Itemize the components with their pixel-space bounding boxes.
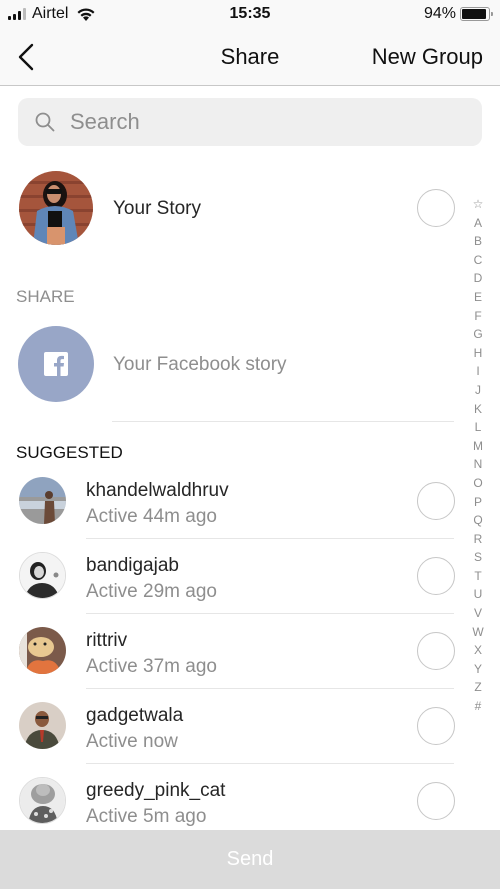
user-info: gadgetwala Active now	[86, 705, 183, 753]
index-letter[interactable]: P	[474, 493, 482, 512]
user-info: bandigajab Active 29m ago	[86, 555, 217, 603]
index-letter[interactable]: S	[474, 548, 482, 567]
status-bar: Airtel 15:35 94%	[0, 0, 500, 28]
username: gadgetwala	[86, 705, 184, 726]
index-letter[interactable]: A	[474, 214, 482, 233]
username: khandelwaldhruv	[86, 480, 229, 501]
index-letter[interactable]: D	[474, 269, 483, 288]
index-letter[interactable]: #	[475, 697, 482, 716]
index-letter[interactable]: K	[474, 400, 482, 419]
active-status: Active 5m ago	[86, 806, 207, 827]
index-letter[interactable]: Z	[474, 678, 481, 697]
select-checkbox[interactable]	[417, 707, 455, 745]
user-avatar	[19, 702, 66, 749]
index-letter[interactable]: ☆	[473, 195, 484, 214]
index-letter[interactable]: L	[475, 418, 482, 437]
username: greedy_pink_cat	[86, 780, 226, 801]
search-bar[interactable]	[18, 98, 482, 146]
select-checkbox[interactable]	[417, 482, 455, 520]
index-letter[interactable]: X	[474, 641, 482, 660]
active-status: Active now	[86, 731, 178, 752]
index-letter[interactable]: E	[474, 288, 482, 307]
index-letter[interactable]: H	[474, 344, 483, 363]
index-letter[interactable]: C	[474, 251, 483, 270]
facebook-story-avatar	[18, 326, 94, 402]
index-letter[interactable]: I	[476, 362, 479, 381]
your-story-checkbox[interactable]	[417, 189, 455, 227]
divider	[86, 613, 454, 614]
send-button[interactable]: Send	[0, 830, 500, 889]
your-story-label: Your Story	[113, 198, 201, 220]
index-letter[interactable]: M	[473, 437, 483, 456]
index-letter[interactable]: Y	[474, 660, 482, 679]
divider	[112, 421, 454, 422]
index-letter[interactable]: W	[472, 623, 483, 642]
user-avatar	[19, 627, 66, 674]
index-letter[interactable]: O	[473, 474, 482, 493]
active-status: Active 29m ago	[86, 581, 217, 602]
your-story-avatar	[19, 171, 93, 245]
user-info: rittriv Active 37m ago	[86, 630, 217, 678]
index-letter[interactable]: N	[474, 455, 483, 474]
select-checkbox[interactable]	[417, 557, 455, 595]
index-letter[interactable]: Q	[473, 511, 482, 530]
username: bandigajab	[86, 555, 179, 576]
alphabet-index[interactable]: ☆ A B C D E F G H I J K L M N O P Q R S T U V W X Y Z #	[468, 195, 488, 716]
send-label: Send	[226, 848, 274, 870]
index-letter[interactable]: B	[474, 232, 482, 251]
index-letter[interactable]: T	[474, 567, 481, 586]
user-avatar	[19, 552, 66, 599]
active-status: Active 37m ago	[86, 656, 217, 677]
username: rittriv	[86, 630, 128, 651]
search-icon	[35, 112, 55, 132]
user-avatar	[19, 477, 66, 524]
index-letter[interactable]: U	[474, 585, 483, 604]
select-checkbox[interactable]	[417, 632, 455, 670]
select-checkbox[interactable]	[417, 782, 455, 820]
divider	[86, 763, 454, 764]
search-input[interactable]	[70, 109, 450, 135]
user-info: greedy_pink_cat Active 5m ago	[86, 780, 225, 828]
index-letter[interactable]: R	[474, 530, 483, 549]
index-letter[interactable]: F	[474, 307, 481, 326]
user-avatar	[19, 777, 66, 824]
new-group-button[interactable]: New Group	[372, 44, 483, 70]
index-letter[interactable]: V	[474, 604, 482, 623]
navigation-bar: Share New Group	[0, 28, 500, 86]
index-letter[interactable]: J	[475, 381, 481, 400]
battery-icon	[460, 7, 493, 21]
facebook-story-label: Your Facebook story	[113, 354, 287, 375]
index-letter[interactable]: G	[473, 325, 482, 344]
divider	[86, 538, 454, 539]
divider	[86, 688, 454, 689]
share-section-header: SHARE	[16, 287, 75, 306]
battery-percent: 94%	[423, 5, 456, 22]
user-info: khandelwaldhruv Active 44m ago	[86, 480, 229, 528]
suggested-section-header: SUGGESTED	[16, 443, 123, 462]
active-status: Active 44m ago	[86, 506, 217, 527]
your-story-text: Your Story	[113, 198, 202, 219]
facebook-icon	[44, 352, 68, 376]
status-right: 94%	[423, 5, 493, 23]
